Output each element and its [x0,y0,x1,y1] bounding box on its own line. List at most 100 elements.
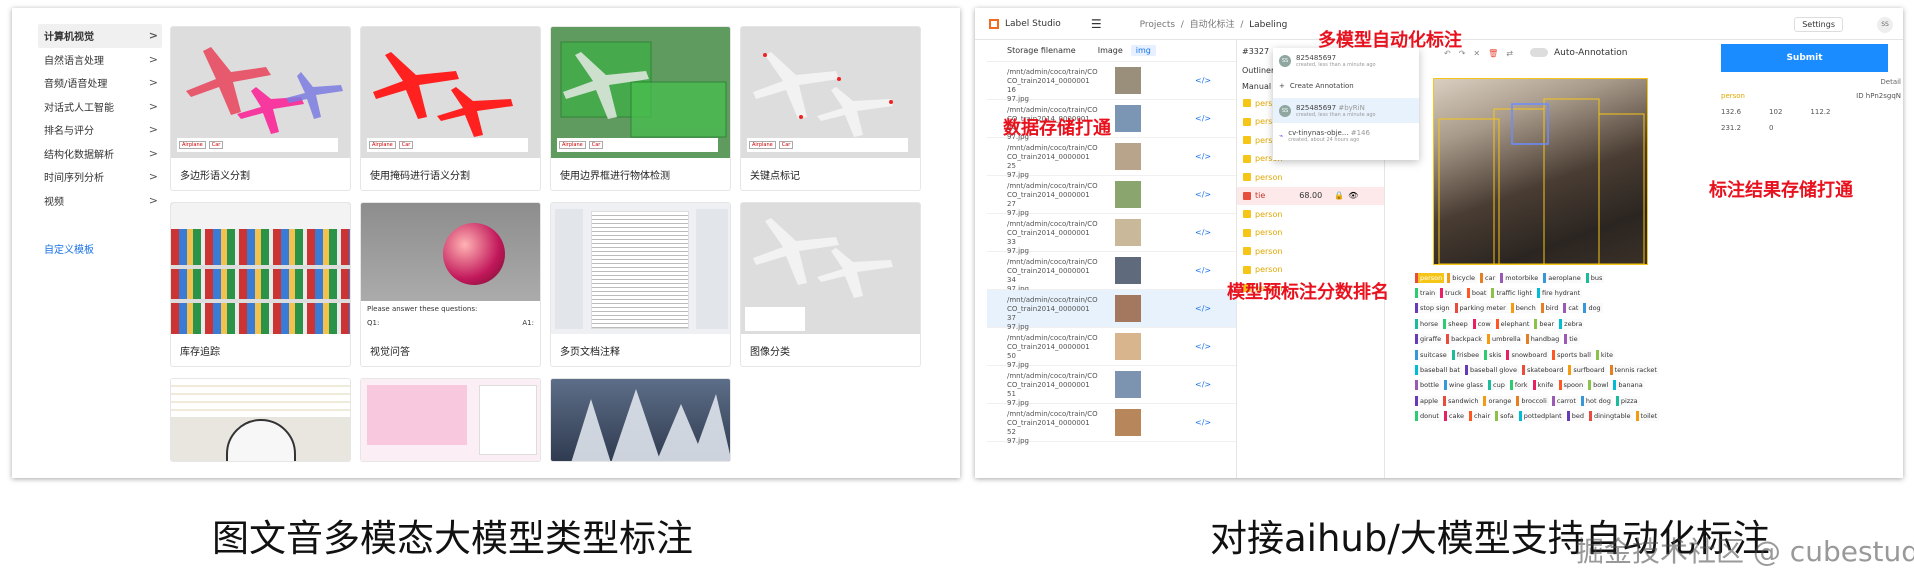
label-chip[interactable]: giraffe [1415,334,1444,345]
label-chip[interactable]: wine glass [1444,380,1486,391]
label-chip[interactable]: zebra [1559,318,1585,329]
close-icon[interactable]: ✕ [1473,49,1480,58]
table-row[interactable]: /mnt/admin/coco/train/CO CO_train2014_000… [987,404,1236,445]
label-chip[interactable]: carrot [1551,395,1578,406]
template-card-image-classification[interactable]: 图像分类 [740,202,921,367]
label-chip[interactable]: hot dog [1580,395,1613,406]
template-card-polygon-segmentation[interactable]: Airplane Car 多边形语义分割 [170,26,351,191]
region-item[interactable]: tie 68.00 🔒 👁 [1237,186,1384,205]
label-chip[interactable]: backpack [1446,334,1484,345]
breadcrumb-projects[interactable]: Projects [1140,20,1175,30]
settings-button[interactable]: Settings [1794,17,1843,32]
region-item[interactable]: person [1237,224,1384,243]
region-item[interactable]: person [1237,242,1384,261]
create-annotation-button[interactable]: + Create Annotation [1273,73,1419,98]
template-card-bbox-detection[interactable]: Airplane Car 使用边界框进行物体检测 [550,26,731,191]
label-chip[interactable]: bed [1566,411,1586,422]
row-link-icon[interactable]: </> [1195,190,1211,199]
label-chip[interactable]: frisbee [1451,349,1482,360]
label-chip[interactable]: horse [1415,318,1441,329]
sidebar-item[interactable]: 计算机视觉 > [38,24,162,48]
label-chip[interactable]: donut [1415,411,1441,422]
label-chip[interactable]: bear [1534,318,1557,329]
label-chip[interactable]: skis [1484,349,1504,360]
label-chip[interactable]: elephant [1495,318,1532,329]
label-chip[interactable]: tennis racket [1609,365,1659,376]
menu-icon[interactable]: ☰ [1091,17,1102,31]
custom-template-link[interactable]: 自定义模板 [44,241,94,256]
swap-icon[interactable]: ⇄ [1506,49,1513,58]
row-link-icon[interactable]: </> [1195,152,1211,161]
label-chip[interactable]: bicycle [1447,272,1478,283]
sidebar-item[interactable]: 结构化数据解析 > [38,142,162,166]
submit-button[interactable]: Submit [1721,44,1888,72]
annotation-entry[interactable]: SS 825485697 #byRiN created, less than a … [1273,98,1419,123]
label-chip[interactable]: pizza [1615,395,1640,406]
sidebar-item[interactable]: 对话式人工智能 > [38,95,162,119]
label-chip[interactable]: cat [1563,303,1581,314]
label-chip[interactable]: motorbike [1500,272,1541,283]
sidebar-item[interactable]: 时间序列分析 > [38,165,162,189]
label-chip[interactable]: traffic light [1491,288,1535,299]
lock-icon[interactable]: 🔒 [1334,191,1344,200]
label-chip[interactable]: stop sign [1415,303,1452,314]
label-chip[interactable]: bus [1585,272,1605,283]
toggle-switch[interactable] [1530,48,1548,57]
table-row[interactable]: /mnt/admin/coco/train/CO CO_train2014_000… [987,252,1236,293]
avatar[interactable]: SS [1877,17,1893,33]
label-chip[interactable]: sofa [1495,411,1516,422]
table-row[interactable]: /mnt/admin/coco/train/CO CO_train2014_000… [987,290,1236,331]
template-card-partial[interactable] [550,378,731,462]
trash-icon[interactable]: 🗑 [1488,49,1498,58]
row-link-icon[interactable]: </> [1195,418,1211,427]
label-chip[interactable]: snowboard [1506,349,1550,360]
label-chip[interactable]: broccoli [1516,395,1549,406]
label-chip[interactable]: spoon [1558,380,1586,391]
label-chip[interactable]: umbrella [1486,334,1523,345]
sidebar-item[interactable]: 排名与评分 > [38,118,162,142]
label-chip[interactable]: parking meter [1454,303,1508,314]
label-chip[interactable]: boat [1466,288,1489,299]
label-chip[interactable]: sandwich [1443,395,1481,406]
row-link-icon[interactable]: </> [1195,114,1211,123]
region-item[interactable]: person [1237,168,1384,187]
template-card-vqa[interactable]: Please answer these questions: Q1: A1: 视觉… [360,202,541,367]
template-card-multipage-doc[interactable]: 多页文档注释 [550,202,731,367]
label-chip[interactable]: cup [1488,380,1507,391]
label-chip[interactable]: fork [1509,380,1530,391]
row-link-icon[interactable]: </> [1195,76,1211,85]
label-chip[interactable]: handbag [1525,334,1562,345]
table-row[interactable]: /mnt/admin/coco/train/CO CO_train2014_000… [987,62,1236,103]
label-chip[interactable]: sports ball [1552,349,1593,360]
label-chip[interactable]: surfboard [1568,365,1607,376]
label-chip[interactable]: bowl [1588,380,1611,391]
label-chip[interactable]: car [1480,272,1498,283]
column-storage-filename[interactable]: Storage filename [1007,46,1076,55]
label-chip[interactable]: baseball bat [1415,365,1462,376]
label-chip[interactable]: chair [1468,411,1493,422]
row-link-icon[interactable]: </> [1195,380,1211,389]
label-chip[interactable]: aeroplane [1543,272,1583,283]
prediction-entry[interactable]: ⌁ cv-tinynas-obje... #146 created, about … [1273,123,1419,148]
annotation-image[interactable] [1433,78,1648,265]
template-card-keypoint[interactable]: Airplane Car 关键点标记 [740,26,921,191]
sidebar-item[interactable]: 视频 > [38,189,162,213]
label-chip[interactable]: kite [1595,349,1616,360]
row-link-icon[interactable]: </> [1195,266,1211,275]
label-chip[interactable]: train [1415,288,1438,299]
table-row[interactable]: /mnt/admin/coco/train/CO CO_train2014_000… [987,214,1236,255]
label-chip[interactable]: suitcase [1415,349,1449,360]
label-chip[interactable]: bench [1510,303,1538,314]
sidebar-item[interactable]: 自然语言处理 > [38,48,162,72]
label-chip[interactable]: toilet [1635,411,1660,422]
template-card-inventory[interactable]: 库存追踪 [170,202,351,367]
label-chip[interactable]: person [1415,272,1445,283]
column-image[interactable]: Image [1098,46,1123,55]
label-chip[interactable]: baseball glove [1464,365,1519,376]
row-link-icon[interactable]: </> [1195,228,1211,237]
template-card-partial[interactable] [170,378,351,462]
table-row[interactable]: /mnt/admin/coco/train/CO CO_train2014_000… [987,176,1236,217]
label-chip[interactable]: cake [1443,411,1466,422]
breadcrumb-project[interactable]: 自动化标注 [1190,20,1235,30]
label-chip[interactable]: dog [1583,303,1603,314]
